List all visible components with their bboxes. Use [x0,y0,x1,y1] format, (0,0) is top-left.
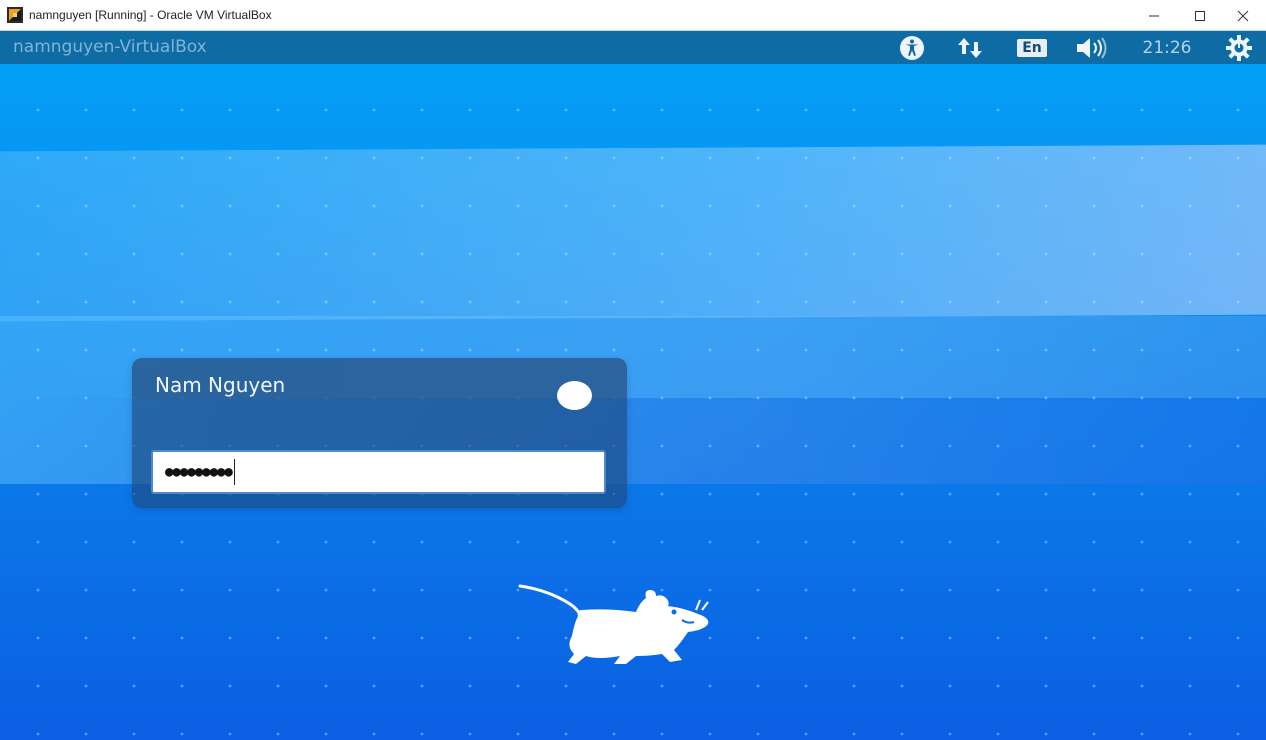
clock-label: 21:26 [1142,37,1192,58]
accessibility-button[interactable] [896,31,928,64]
login-box: Nam Nguyen ●●●●●●●●● [132,358,627,508]
session-toggle[interactable] [557,381,592,410]
accessibility-icon [900,35,924,60]
maximize-button[interactable] [1177,0,1223,31]
minimize-button[interactable] [1131,0,1177,31]
maximize-icon [1195,10,1205,21]
user-name-label: Nam Nguyen [155,373,286,397]
minimize-icon [1149,15,1159,16]
xfce-mouse-logo [518,584,709,664]
window-title: namnguyen [Running] - Oracle VM VirtualB… [29,8,272,22]
password-mask: ●●●●●●●●● [165,464,233,480]
close-icon [1237,10,1249,21]
close-button[interactable] [1220,0,1266,31]
keyboard-layout-button[interactable]: En [1012,31,1052,64]
hostname-label: namnguyen-VirtualBox [13,37,207,57]
password-field[interactable]: ●●●●●●●●● [151,450,606,494]
window-titlebar: namnguyen [Running] - Oracle VM VirtualB… [0,0,1266,31]
network-button[interactable] [954,31,986,64]
volume-icon [1077,36,1107,59]
top-panel: namnguyen-VirtualBox En 21:26 [0,31,1266,64]
text-caret [233,459,236,485]
keyboard-layout-label: En [1017,38,1047,57]
virtualbox-icon [7,7,23,23]
power-gear-icon [1226,34,1252,61]
clock-button[interactable]: 21:26 [1134,31,1200,64]
network-updown-icon [958,37,982,58]
volume-button[interactable] [1073,31,1111,64]
power-button[interactable] [1222,31,1256,64]
